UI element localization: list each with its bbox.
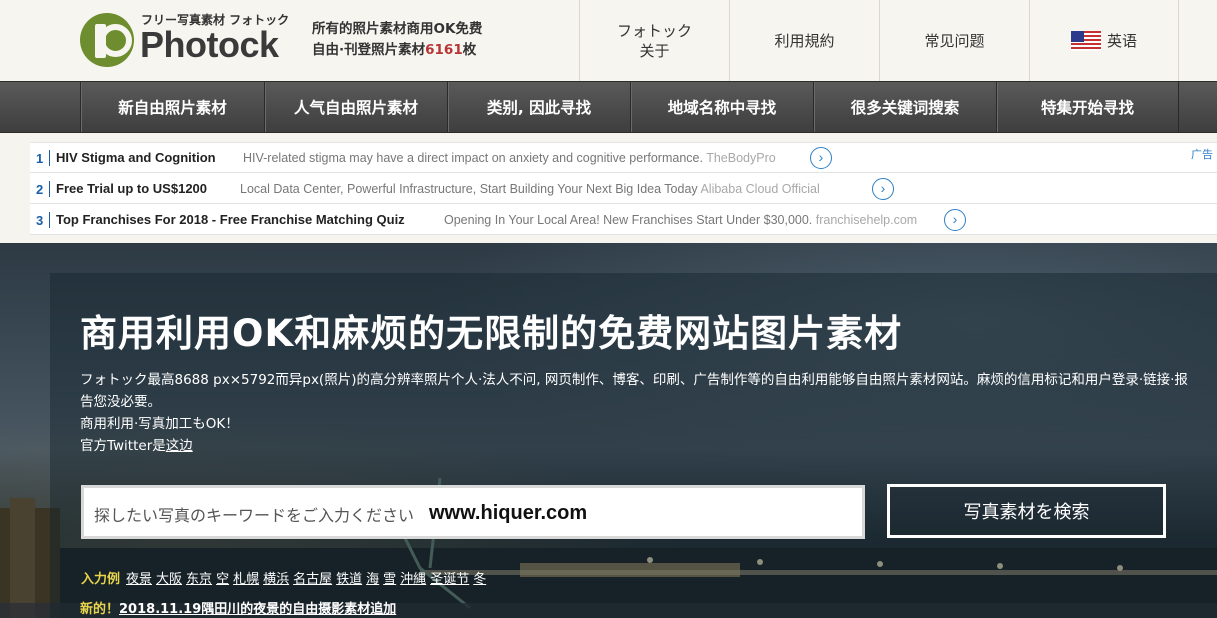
hero-title: 商用利用OK和麻烦的无限制的免费网站图片素材 <box>80 312 903 355</box>
logo-brand-text[interactable]: Photock <box>140 24 279 66</box>
search-button[interactable]: 写真素材を検索 <box>887 484 1166 538</box>
photock-logo-icon[interactable] <box>80 13 134 67</box>
menu-popular-photos[interactable]: 人气自由照片素材 <box>264 82 447 132</box>
nav-about-line-2: 关于 <box>639 41 670 60</box>
ad-divider <box>49 150 50 166</box>
us-flag-icon <box>1070 30 1101 51</box>
ad-arrow-icon[interactable]: › <box>810 147 832 169</box>
promo-line-2-suffix: 枚 <box>462 42 477 58</box>
promo-line-2-prefix: 自由·刊登照片素材 <box>312 42 426 58</box>
twitter-link[interactable]: 这边 <box>166 438 193 454</box>
menu-by-category[interactable]: 类别, 因此寻找 <box>447 82 630 132</box>
ad-source: TheBodyPro <box>706 151 776 165</box>
ad-divider <box>49 181 50 197</box>
ad-number: 2 <box>36 182 44 197</box>
ad-description: HIV-related stigma may have a direct imp… <box>243 151 703 165</box>
example-keyword-link[interactable]: 雪 <box>383 572 396 587</box>
search-placeholder: 探したい写真のキーワードをご入力ください <box>94 506 415 525</box>
ad-number: 1 <box>36 151 44 166</box>
news-line: 新的！2018.11.19隅田川的夜景的自由摄影素材追加 <box>80 598 396 617</box>
watermark-text: www.hiquer.com <box>429 502 588 524</box>
example-keyword-link[interactable]: 夜景 <box>126 572 152 587</box>
twitter-prefix: 官方Twitter是 <box>80 438 166 454</box>
hero-desc-line-1: フォトック最高8688 px×5792而异px(照片)的高分辨率照片个人·法人不… <box>80 372 1188 410</box>
menu-by-region[interactable]: 地域名称中寻找 <box>630 82 813 132</box>
example-keyword-link[interactable]: 札幌 <box>233 572 259 587</box>
ad-title[interactable]: Free Trial up to US$1200 <box>56 181 207 196</box>
ad-source: Alibaba Cloud Official <box>700 182 820 196</box>
ad-number: 3 <box>36 213 44 228</box>
example-keyword-link[interactable]: 空 <box>216 572 229 587</box>
menu-new-photos[interactable]: 新自由照片素材 <box>80 82 264 132</box>
promo-line-1: 所有的照片素材商用OK免费 <box>312 21 483 37</box>
hero-desc-line-3: 官方Twitter是这边 <box>80 435 1190 457</box>
ad-description: Local Data Center, Powerful Infrastructu… <box>240 182 698 196</box>
category-menu: 新自由照片素材 人气自由照片素材 类别, 因此寻找 地域名称中寻找 很多关键词搜… <box>0 81 1217 133</box>
example-keyword-link[interactable]: 横浜 <box>263 572 289 587</box>
example-keyword-link[interactable]: 沖縄 <box>400 572 426 587</box>
ad-row[interactable]: 1 HIV Stigma and Cognition HIV-related s… <box>30 143 1217 173</box>
nav-terms-link[interactable]: 利用規約 <box>729 0 879 81</box>
ad-text: Local Data Center, Powerful Infrastructu… <box>240 182 820 196</box>
news-link[interactable]: 2018.11.19隅田川的夜景的自由摄影素材追加 <box>119 602 396 617</box>
ad-text: Opening In Your Local Area! New Franchis… <box>444 213 917 227</box>
ad-title[interactable]: Top Franchises For 2018 - Free Franchise… <box>56 212 405 227</box>
hero-desc-line-2: 商用利用·写真加工もOK！ <box>80 416 239 432</box>
example-keyword-link[interactable]: 东京 <box>186 572 212 587</box>
ad-source: franchisehelp.com <box>815 213 918 227</box>
nav-language-link[interactable]: 英语 <box>1029 0 1179 81</box>
menu-by-keyword[interactable]: 很多关键词搜索 <box>813 82 996 132</box>
site-header: フリー写真素材 フォトック Photock 所有的照片素材商用OK免费 自由·刊… <box>0 0 1217 81</box>
example-keyword-link[interactable]: 铁道 <box>336 572 362 587</box>
nav-about-link[interactable]: フォトック 关于 <box>579 0 729 81</box>
examples-label: 入力例 <box>81 572 121 587</box>
example-keyword-link[interactable]: 海 <box>366 572 379 587</box>
ad-description: Opening In Your Local Area! New Franchis… <box>444 213 813 227</box>
nav-faq-link[interactable]: 常见问题 <box>879 0 1029 81</box>
example-keywords: 入力例 夜景 大阪 东京空札幌 横浜 名古屋 铁道海雪沖縄 圣诞节冬 <box>81 568 490 587</box>
ad-row[interactable]: 2 Free Trial up to US$1200 Local Data Ce… <box>30 174 1217 204</box>
photo-count: 6161 <box>425 42 463 58</box>
example-keyword-link[interactable]: 圣诞节 <box>430 572 469 587</box>
ad-arrow-icon[interactable]: › <box>944 209 966 231</box>
ad-block: 广告 1 HIV Stigma and Cognition HIV-relate… <box>30 142 1217 235</box>
ad-title[interactable]: HIV Stigma and Cognition <box>56 150 216 165</box>
promo-line-2: 自由·刊登照片素材6161枚 <box>312 40 482 61</box>
example-keyword-link[interactable]: 名古屋 <box>293 572 332 587</box>
example-keyword-link[interactable]: 冬 <box>473 572 486 587</box>
news-label: 新的！ <box>80 602 120 617</box>
nav-language-label: 英语 <box>1106 31 1137 50</box>
promo-text: 所有的照片素材商用OK免费 自由·刊登照片素材6161枚 <box>312 19 482 61</box>
ad-divider <box>49 212 50 228</box>
ad-text: HIV-related stigma may have a direct imp… <box>243 151 776 165</box>
menu-by-feature[interactable]: 特集开始寻找 <box>996 82 1179 132</box>
ad-row[interactable]: 3 Top Franchises For 2018 - Free Franchi… <box>30 205 1217 235</box>
hero-description: フォトック最高8688 px×5792而异px(照片)的高分辨率照片个人·法人不… <box>80 369 1190 457</box>
example-keyword-link[interactable]: 大阪 <box>156 572 182 587</box>
hero-section: 商用利用OK和麻烦的无限制的免费网站图片素材 フォトック最高8688 px×57… <box>0 243 1217 618</box>
ad-arrow-icon[interactable]: › <box>872 178 894 200</box>
nav-about-line-1: フォトック <box>616 21 692 40</box>
